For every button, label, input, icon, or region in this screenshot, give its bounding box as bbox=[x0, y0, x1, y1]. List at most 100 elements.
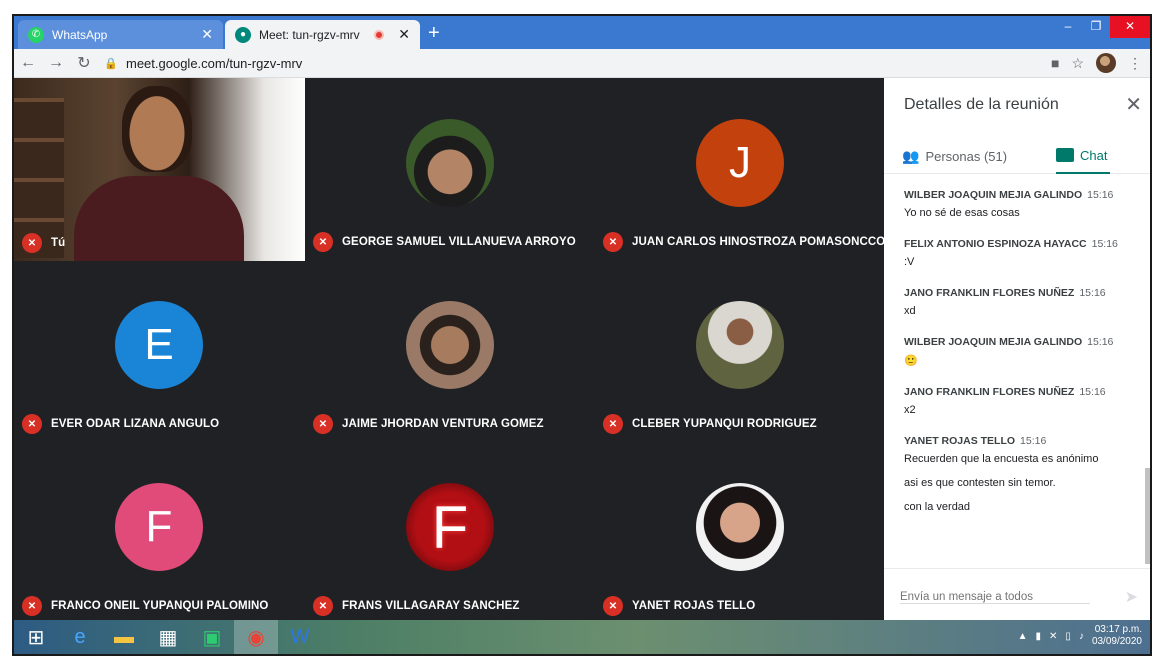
send-icon[interactable]: ➤ bbox=[1125, 587, 1138, 607]
participant-name: JAIME JHORDAN VENTURA GOMEZ bbox=[342, 418, 544, 430]
minimize-icon[interactable]: – bbox=[1054, 16, 1082, 38]
chat-message-input[interactable] bbox=[900, 591, 1090, 604]
message-text: Yo no sé de esas cosas bbox=[904, 207, 1020, 219]
mic-off-icon: ✕ bbox=[22, 414, 42, 434]
address-bar: ← → ↻ 🔒 meet.google.com/tun-rgzv-mrv ■ ☆… bbox=[14, 49, 1150, 78]
store-icon[interactable]: ▣ bbox=[190, 620, 234, 654]
message-sender: YANET ROJAS TELLO bbox=[904, 435, 1016, 447]
participant-name: EVER ODAR LIZANA ANGULO bbox=[51, 418, 220, 430]
chat-messages: WILBER JOAQUIN MEJIA GALINDO 15:16 Yo no … bbox=[884, 178, 1146, 568]
internet-explorer-icon[interactable]: e bbox=[58, 620, 102, 654]
message-sender: JANO FRANKLIN FLORES NUÑEZ bbox=[904, 386, 1075, 398]
participant-tile[interactable]: ✕ JAIME JHORDAN VENTURA GOMEZ bbox=[305, 260, 595, 442]
participant-avatar: J bbox=[696, 119, 784, 207]
chat-message: WILBER JOAQUIN MEJIA GALINDO 15:16 Yo no … bbox=[904, 189, 1146, 219]
system-tray: ▲ ▮ ✕ ▯ ♪ 03:17 p.m. 03/09/2020 bbox=[1018, 624, 1142, 648]
chat-icon bbox=[1056, 148, 1074, 162]
whatsapp-icon: ✆ bbox=[28, 26, 44, 43]
participant-tile[interactable]: ✕ YANET ROJAS TELLO bbox=[595, 442, 885, 624]
windows-start-icon[interactable]: ⊞ bbox=[14, 620, 58, 654]
mic-off-icon: ✕ bbox=[22, 233, 42, 253]
participant-name: ✕ Tú bbox=[22, 233, 65, 253]
participant-name: FRANS VILLAGARAY SANCHEZ bbox=[342, 600, 520, 612]
signal-icon[interactable]: ▮ bbox=[1036, 631, 1042, 642]
tab-whatsapp[interactable]: ✆ WhatsApp ✕ bbox=[18, 20, 223, 49]
chrome-icon[interactable]: ◉ bbox=[234, 620, 278, 654]
tab-meet[interactable]: ● Meet: tun-rgzv-mrv ✕ bbox=[225, 20, 420, 49]
forward-icon[interactable]: → bbox=[42, 54, 70, 72]
new-tab-button[interactable]: + bbox=[428, 22, 440, 45]
message-text: 🙂 bbox=[904, 355, 918, 367]
participant-tile[interactable]: J ✕ JUAN CARLOS HINOSTROZA POMASONCCO bbox=[595, 78, 885, 260]
participant-tile[interactable]: ✕ CLEBER YUPANQUI RODRIGUEZ bbox=[595, 260, 885, 442]
tab-chat[interactable]: Chat bbox=[1056, 138, 1110, 174]
clock-time: 03:17 p.m. bbox=[1094, 624, 1142, 635]
participant-grid: ✕ Tú ✕ GEORGE SAMUEL VILLANUEVA ARROYO J … bbox=[14, 78, 885, 624]
browser-tab-strip: ✆ WhatsApp ✕ ● Meet: tun-rgzv-mrv ✕ + – … bbox=[14, 16, 1150, 49]
message-sender: FELIX ANTONIO ESPINOZA HAYACC bbox=[904, 238, 1087, 250]
window-controls: – ❐ ✕ bbox=[1054, 16, 1150, 38]
clock[interactable]: 03:17 p.m. 03/09/2020 bbox=[1092, 624, 1142, 648]
participant-tile[interactable]: F ✕ FRANCO ONEIL YUPANQUI PALOMINO bbox=[14, 442, 304, 624]
participant-avatar: F bbox=[115, 483, 203, 571]
participant-avatar: F bbox=[406, 483, 494, 571]
calculator-icon[interactable]: ▦ bbox=[146, 620, 190, 654]
close-tab-icon[interactable]: ✕ bbox=[201, 26, 213, 43]
participant-photo bbox=[696, 301, 784, 389]
mic-off-icon: ✕ bbox=[22, 596, 42, 616]
chat-compose: ➤ bbox=[884, 568, 1150, 624]
message-sender: WILBER JOAQUIN MEJIA GALINDO bbox=[904, 189, 1083, 201]
reload-icon[interactable]: ↻ bbox=[70, 53, 98, 73]
participant-photo bbox=[406, 301, 494, 389]
message-text: asi es que contesten sin temor. bbox=[904, 477, 1056, 489]
clock-date: 03/09/2020 bbox=[1091, 636, 1142, 647]
message-sender: JANO FRANKLIN FLORES NUÑEZ bbox=[904, 287, 1075, 299]
mic-off-icon: ✕ bbox=[603, 596, 623, 616]
file-explorer-icon[interactable]: ▬ bbox=[102, 620, 146, 654]
participant-name: FRANCO ONEIL YUPANQUI PALOMINO bbox=[51, 600, 269, 612]
battery-icon[interactable]: ▯ bbox=[1065, 631, 1071, 642]
participant-name: JUAN CARLOS HINOSTROZA POMASONCCO bbox=[632, 236, 886, 248]
participant-photo bbox=[696, 483, 784, 571]
screen: ✆ WhatsApp ✕ ● Meet: tun-rgzv-mrv ✕ + – … bbox=[12, 14, 1152, 656]
network-icon[interactable]: ✕ bbox=[1049, 631, 1057, 642]
restore-icon[interactable]: ❐ bbox=[1082, 16, 1110, 38]
chat-scrollbar[interactable] bbox=[1145, 468, 1150, 564]
volume-icon[interactable]: ♪ bbox=[1079, 631, 1084, 642]
close-window-icon[interactable]: ✕ bbox=[1110, 16, 1150, 38]
close-icon[interactable]: ✕ bbox=[1125, 92, 1142, 117]
message-time: 15:16 bbox=[1079, 386, 1106, 398]
chat-message: WILBER JOAQUIN MEJIA GALINDO 15:16 🙂 bbox=[904, 336, 1146, 367]
chevron-up-icon[interactable]: ▲ bbox=[1018, 631, 1028, 642]
self-video-tile[interactable]: ✕ Tú bbox=[14, 78, 305, 261]
star-icon[interactable]: ☆ bbox=[1071, 55, 1084, 72]
message-time: 15:16 bbox=[1087, 336, 1114, 348]
participant-tile[interactable]: F ✕ FRANS VILLAGARAY SANCHEZ bbox=[305, 442, 595, 624]
menu-icon[interactable]: ⋮ bbox=[1128, 55, 1142, 72]
close-tab-icon[interactable]: ✕ bbox=[398, 26, 410, 43]
meet-icon: ● bbox=[235, 26, 251, 43]
camera-icon[interactable]: ■ bbox=[1051, 55, 1059, 71]
meeting-details-panel: Detalles de la reunión ✕ 👥 Personas (51)… bbox=[884, 78, 1150, 624]
message-time: 15:16 bbox=[1087, 189, 1114, 201]
self-name: Tú bbox=[51, 237, 66, 249]
profile-avatar[interactable] bbox=[1096, 53, 1116, 73]
recording-icon bbox=[374, 29, 385, 40]
mic-off-icon: ✕ bbox=[603, 232, 623, 252]
chat-message: JANO FRANKLIN FLORES NUÑEZ 15:16 x2 bbox=[904, 386, 1146, 416]
tab-title: WhatsApp bbox=[52, 27, 108, 42]
participant-name: CLEBER YUPANQUI RODRIGUEZ bbox=[632, 418, 817, 430]
mic-off-icon: ✕ bbox=[313, 596, 333, 616]
chat-message: FELIX ANTONIO ESPINOZA HAYACC 15:16 :V bbox=[904, 238, 1146, 268]
chat-message: JANO FRANKLIN FLORES NUÑEZ 15:16 xd bbox=[904, 287, 1146, 317]
chat-message: YANET ROJAS TELLO 15:16 Recuerden que la … bbox=[904, 435, 1146, 513]
word-icon[interactable]: W bbox=[278, 620, 322, 654]
participant-tile[interactable]: E ✕ EVER ODAR LIZANA ANGULO bbox=[14, 260, 304, 442]
url-field[interactable]: 🔒 meet.google.com/tun-rgzv-mrv bbox=[104, 51, 302, 75]
tab-people[interactable]: 👥 Personas (51) bbox=[902, 138, 1007, 174]
message-text: con la verdad bbox=[904, 501, 971, 513]
participant-photo bbox=[406, 119, 494, 207]
message-time: 15:16 bbox=[1079, 287, 1106, 299]
participant-tile[interactable]: ✕ GEORGE SAMUEL VILLANUEVA ARROYO bbox=[305, 78, 595, 260]
back-icon[interactable]: ← bbox=[14, 54, 42, 72]
